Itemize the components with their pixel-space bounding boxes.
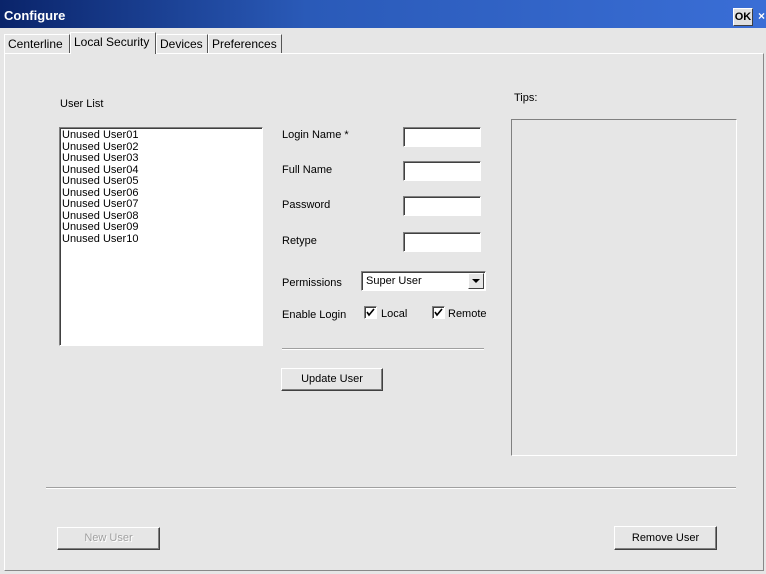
tab-devices[interactable]: Devices (156, 34, 208, 53)
permissions-select[interactable]: Super User (361, 271, 486, 291)
retype-label: Retype (282, 235, 317, 247)
list-item[interactable]: Unused User05 (62, 175, 262, 188)
permissions-label: Permissions (282, 277, 342, 289)
footer-divider (46, 487, 736, 489)
user-list[interactable]: Unused User01 Unused User02 Unused User0… (59, 127, 263, 346)
list-item[interactable]: Unused User03 (62, 152, 262, 165)
remote-label: Remote (448, 308, 487, 320)
list-item[interactable]: Unused User07 (62, 198, 262, 211)
retype-field[interactable] (403, 232, 481, 252)
full-name-field[interactable] (403, 161, 481, 181)
remove-user-button[interactable]: Remove User (614, 526, 717, 550)
full-name-label: Full Name (282, 164, 333, 176)
ok-button[interactable]: OK (733, 8, 753, 26)
password-field[interactable] (403, 196, 481, 216)
close-button[interactable]: × (758, 8, 766, 24)
tab-centerline[interactable]: Centerline (4, 34, 70, 53)
check-icon (434, 308, 443, 317)
local-label: Local (381, 308, 408, 320)
list-item[interactable]: Unused User10 (62, 233, 262, 246)
password-label: Password (282, 199, 331, 211)
local-checkbox[interactable] (364, 306, 377, 319)
list-item[interactable]: Unused User09 (62, 221, 262, 234)
login-name-field[interactable] (403, 127, 481, 147)
new-user-button[interactable]: New User (57, 527, 160, 550)
update-user-button[interactable]: Update User (281, 368, 383, 391)
tips-label: Tips: (514, 92, 538, 104)
permissions-value: Super User (366, 275, 422, 287)
tips-box (511, 119, 737, 456)
login-name-label: Login Name * (282, 129, 349, 141)
title-bar: Configure OK × (0, 0, 766, 28)
window-title: Configure (4, 8, 66, 23)
tab-local-security[interactable]: Local Security (70, 32, 156, 54)
list-item[interactable]: Unused User01 (62, 129, 262, 142)
chevron-down-icon[interactable] (468, 273, 484, 289)
user-list-label: User List (60, 98, 104, 110)
form-divider (282, 348, 484, 350)
tab-preferences[interactable]: Preferences (208, 34, 282, 53)
enable-login-label: Enable Login (282, 309, 347, 321)
remote-checkbox[interactable] (432, 306, 445, 319)
check-icon (366, 308, 375, 317)
